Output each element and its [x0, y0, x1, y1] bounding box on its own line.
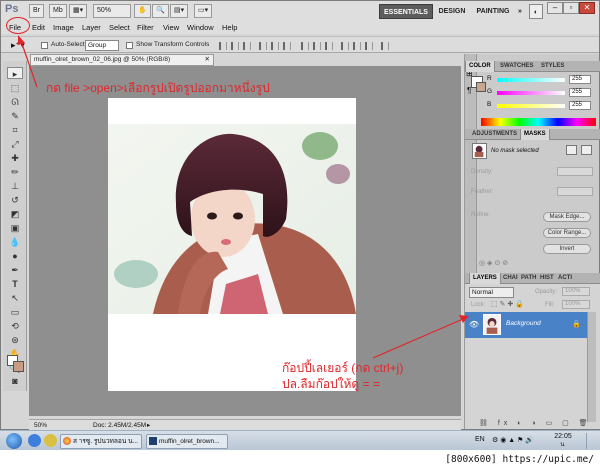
- annotation-arrows: [18, 35, 469, 359]
- show-desktop-button[interactable]: [586, 433, 596, 449]
- start-button[interactable]: [6, 433, 22, 449]
- tray-lang[interactable]: EN: [475, 436, 485, 443]
- windows-taskbar: ส ารซู. รูปนวทลอน น... muffin_olret_brow…: [0, 430, 600, 450]
- footer-bar: [800x600] https://upic.me/: [0, 451, 600, 469]
- upic-watermark: [800x600] https://upic.me/: [445, 454, 594, 465]
- ie-taskbar-icon[interactable]: [28, 434, 41, 447]
- chrome-icon: [63, 437, 71, 445]
- taskbar-item-photoshop[interactable]: muffin_olret_brown...: [146, 434, 228, 449]
- photoshop-window: Ps Br Mb ▦▾ 50% ✋ 🔍 ▤▾ ▭▾ ESSENTIALS DES…: [0, 0, 600, 430]
- taskbar-item-browser[interactable]: ส ารซู. รูปนวทลอน น...: [60, 434, 142, 449]
- tray-icons[interactable]: ⚙ ◉ ▲ ⚑ 🔊: [492, 436, 534, 444]
- photoshop-taskbar-icon: [149, 437, 157, 445]
- explorer-taskbar-icon[interactable]: [44, 434, 57, 447]
- taskbar-clock[interactable]: 22:05 น.: [551, 433, 575, 449]
